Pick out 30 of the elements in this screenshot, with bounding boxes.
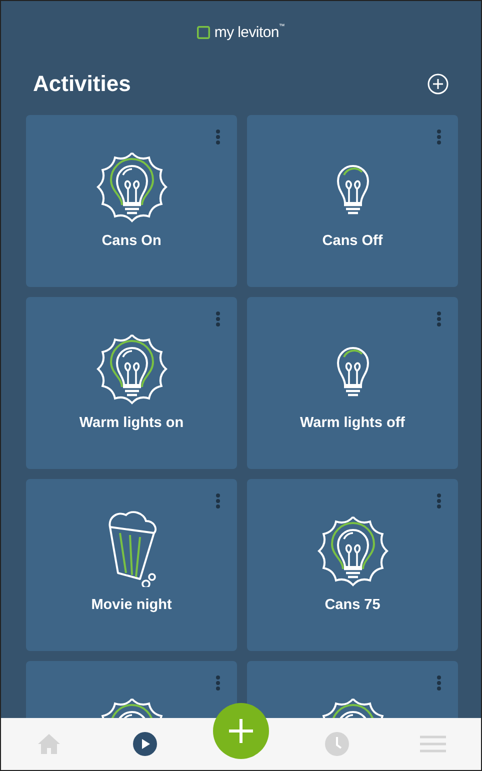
more-button[interactable]: [436, 129, 442, 145]
activity-label: Warm lights off: [300, 415, 405, 431]
activity-card[interactable]: Warm lights off: [247, 297, 458, 469]
play-icon: [133, 732, 157, 756]
more-button[interactable]: [215, 675, 221, 691]
activity-label: Movie night: [91, 597, 172, 613]
add-button[interactable]: [427, 73, 449, 95]
activity-label: Cans Off: [322, 233, 383, 249]
clock-icon: [325, 732, 349, 756]
more-button[interactable]: [436, 675, 442, 691]
home-icon: [37, 733, 61, 755]
brand-logo: my leviton$^{™}$: [214, 24, 285, 40]
activity-label: Warm lights on: [79, 415, 184, 431]
more-button[interactable]: [215, 129, 221, 145]
plus-icon: [227, 717, 255, 745]
activity-card[interactable]: Movie night: [26, 479, 237, 651]
activity-card[interactable]: Cans Off: [247, 115, 458, 287]
menu-icon: [420, 735, 446, 753]
activity-card[interactable]: Cans 75: [247, 479, 458, 651]
activity-label: Cans 75: [324, 597, 380, 613]
logo-icon: [197, 26, 210, 38]
nav-tab[interactable]: [132, 731, 158, 757]
more-button[interactable]: [215, 493, 221, 509]
more-button[interactable]: [215, 311, 221, 327]
page-title: Activities: [33, 71, 131, 97]
more-button[interactable]: [436, 311, 442, 327]
activity-label: Cans On: [102, 233, 162, 249]
more-button[interactable]: [436, 493, 442, 509]
activity-card[interactable]: Warm lights on: [26, 297, 237, 469]
activity-card[interactable]: Cans On: [26, 115, 237, 287]
